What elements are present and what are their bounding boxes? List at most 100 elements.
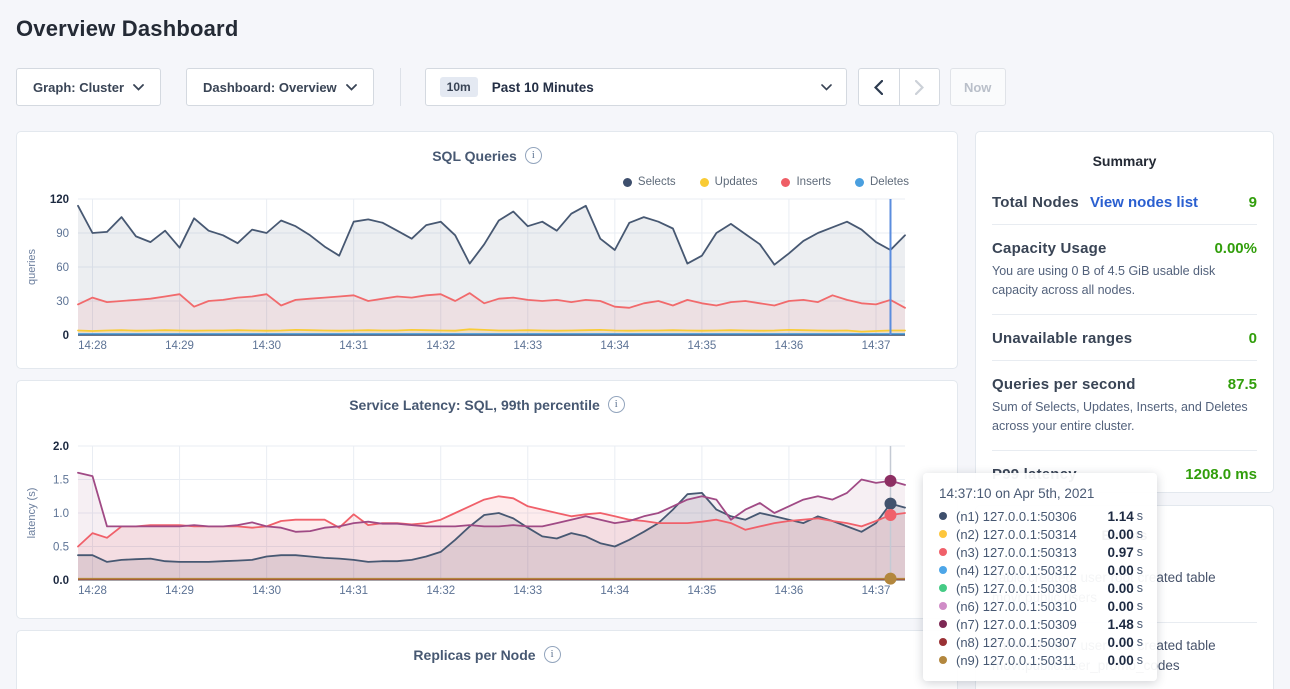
info-icon[interactable]: i [608, 396, 625, 413]
chevron-down-icon [821, 84, 832, 91]
svg-text:14:35: 14:35 [687, 340, 716, 352]
time-range-label: Past 10 Minutes [492, 80, 594, 95]
svg-text:0: 0 [63, 330, 69, 342]
svg-text:14:35: 14:35 [687, 585, 716, 597]
tooltip-row-n5: (n5) 127.0.0.1:503080.00s [939, 579, 1143, 597]
service-latency-chart[interactable]: 14:28 14:29 14:30 14:31 14:32 14:33 14:34 14:35… [17, 438, 957, 606]
svg-text:14:36: 14:36 [775, 585, 804, 597]
page-title: Overview Dashboard [0, 0, 1290, 42]
node-dot-icon [939, 548, 947, 556]
info-icon[interactable]: i [525, 147, 542, 164]
node-dot-icon [939, 602, 947, 610]
graph-selector-dropdown[interactable]: Graph: Cluster [16, 68, 161, 106]
inserts-dot-icon [781, 178, 790, 187]
node-dot-icon [939, 512, 947, 520]
svg-text:14:30: 14:30 [252, 340, 281, 352]
service-latency-title: Service Latency: SQL, 99th percentile [349, 397, 600, 413]
capacity-usage-value: 0.00% [1214, 240, 1257, 257]
svg-text:14:37: 14:37 [862, 340, 891, 352]
node-dot-icon [939, 530, 947, 538]
chart-hover-tooltip: 14:37:10 on Apr 5th, 2021 (n1) 127.0.0.1… [923, 473, 1157, 681]
svg-text:14:28: 14:28 [78, 585, 107, 597]
tooltip-row-n6: (n6) 127.0.0.1:503100.00s [939, 597, 1143, 615]
sql-queries-legend: Selects Updates Inserts Deletes [623, 176, 909, 188]
svg-text:2.0: 2.0 [53, 441, 69, 453]
time-step-buttons [858, 68, 940, 106]
svg-text:60: 60 [56, 262, 69, 274]
svg-text:14:32: 14:32 [426, 585, 455, 597]
summary-panel: Summary Total Nodes View nodes list 9 Ca… [975, 131, 1274, 493]
node-dot-icon [939, 584, 947, 592]
legend-item-deletes: Deletes [855, 176, 909, 188]
svg-text:14:31: 14:31 [339, 585, 368, 597]
summary-row-capacity-usage: Capacity Usage 0.00% You are using 0 B o… [992, 224, 1257, 314]
svg-text:queries: queries [26, 248, 38, 285]
tooltip-row-n4: (n4) 127.0.0.1:503120.00s [939, 561, 1143, 579]
queries-per-second-value: 87.5 [1228, 376, 1257, 393]
dashboard-selector-dropdown[interactable]: Dashboard: Overview [186, 68, 374, 106]
svg-text:14:29: 14:29 [165, 585, 194, 597]
tooltip-timestamp: 14:37:10 on Apr 5th, 2021 [939, 486, 1143, 501]
tooltip-row-n7: (n7) 127.0.0.1:503091.48s [939, 615, 1143, 633]
node-dot-icon [939, 638, 947, 646]
view-nodes-list-link[interactable]: View nodes list [1090, 194, 1198, 211]
chevron-right-icon [915, 80, 924, 95]
svg-text:14:34: 14:34 [600, 340, 629, 352]
svg-text:14:32: 14:32 [426, 340, 455, 352]
now-button[interactable]: Now [950, 68, 1006, 106]
svg-text:0.0: 0.0 [53, 575, 69, 587]
selects-dot-icon [623, 178, 632, 187]
svg-text:14:34: 14:34 [600, 585, 629, 597]
svg-text:90: 90 [56, 228, 69, 240]
dashboard-controls: Graph: Cluster Dashboard: Overview 10m P… [16, 68, 1274, 106]
time-step-forward-button[interactable] [899, 69, 939, 105]
replicas-per-node-title: Replicas per Node [413, 647, 535, 663]
legend-item-updates: Updates [700, 176, 758, 188]
unavailable-ranges-value: 0 [1249, 330, 1257, 347]
capacity-usage-description: You are using 0 B of 4.5 GiB usable disk… [992, 262, 1257, 301]
svg-text:1.5: 1.5 [53, 475, 69, 487]
updates-dot-icon [700, 178, 709, 187]
node-dot-icon [939, 656, 947, 664]
sql-queries-chart[interactable]: 14:28 14:29 14:30 14:31 14:32 14:33 14:34 14:35… [17, 191, 957, 361]
tooltip-row-n8: (n8) 127.0.0.1:503070.00s [939, 633, 1143, 651]
node-dot-icon [939, 620, 947, 628]
chevron-down-icon [133, 84, 144, 91]
summary-row-unavailable-ranges: Unavailable ranges 0 [992, 314, 1257, 360]
graph-selector-label: Graph: Cluster [33, 80, 124, 95]
deletes-dot-icon [855, 178, 864, 187]
svg-text:latency (s): latency (s) [26, 488, 38, 539]
replicas-per-node-panel: Replicas per Node i [16, 630, 958, 689]
summary-title: Summary [992, 132, 1257, 169]
svg-text:14:29: 14:29 [165, 340, 194, 352]
svg-text:14:30: 14:30 [252, 585, 281, 597]
tooltip-row-n3: (n3) 127.0.0.1:503130.97s [939, 543, 1143, 561]
svg-text:120: 120 [50, 194, 69, 206]
sql-queries-panel: SQL Queries i Selects Updates Inserts De… [16, 131, 958, 369]
svg-text:14:28: 14:28 [78, 340, 107, 352]
chevron-down-icon [346, 84, 357, 91]
chevron-left-icon [874, 80, 883, 95]
info-icon[interactable]: i [544, 646, 561, 663]
p99-latency-value: 1208.0 ms [1185, 466, 1257, 483]
charts-column: SQL Queries i Selects Updates Inserts De… [16, 131, 958, 689]
svg-text:0.5: 0.5 [53, 542, 69, 554]
svg-text:14:36: 14:36 [775, 340, 804, 352]
tooltip-row-n2: (n2) 127.0.0.1:503140.00s [939, 525, 1143, 543]
node-dot-icon [939, 566, 947, 574]
tooltip-row-n9: (n9) 127.0.0.1:503110.00s [939, 651, 1143, 669]
svg-text:1.0: 1.0 [53, 508, 69, 520]
controls-divider [400, 68, 401, 106]
legend-item-inserts: Inserts [781, 176, 831, 188]
svg-text:14:33: 14:33 [513, 585, 542, 597]
legend-item-selects: Selects [623, 176, 676, 188]
time-range-badge: 10m [440, 77, 478, 97]
svg-text:14:31: 14:31 [339, 340, 368, 352]
svg-text:14:37: 14:37 [862, 585, 891, 597]
time-range-dropdown[interactable]: 10m Past 10 Minutes [425, 68, 847, 106]
tooltip-row-n1: (n1) 127.0.0.1:503061.14s [939, 507, 1143, 525]
summary-row-total-nodes: Total Nodes View nodes list 9 [992, 179, 1257, 224]
time-step-back-button[interactable] [859, 69, 899, 105]
service-latency-panel: Service Latency: SQL, 99th percentile i … [16, 380, 958, 619]
svg-text:14:33: 14:33 [513, 340, 542, 352]
